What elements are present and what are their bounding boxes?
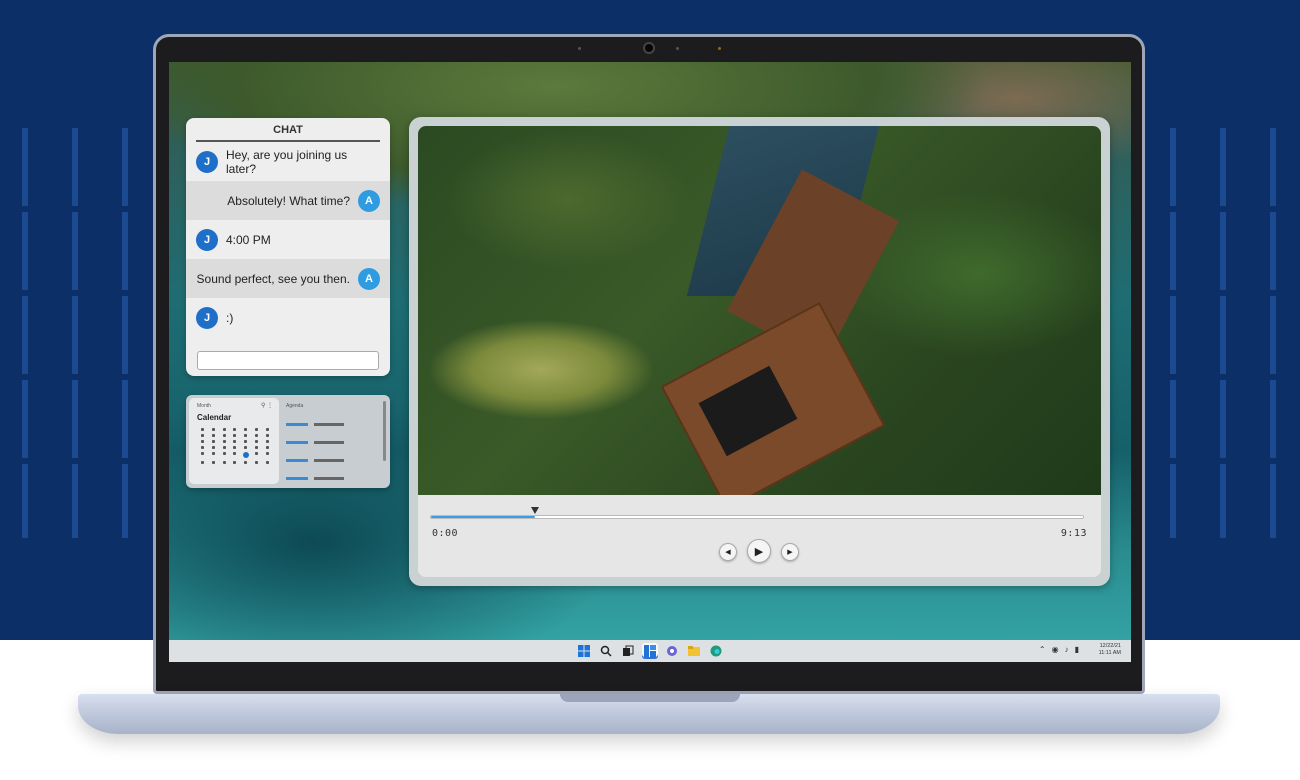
- calendar-view-dropdown[interactable]: Month: [197, 403, 211, 409]
- chat-message-text: Hey, are you joining us later?: [226, 147, 348, 176]
- avatar: A: [358, 267, 380, 290]
- seek-bar[interactable]: [430, 507, 1084, 519]
- play-button[interactable]: ▶: [747, 539, 771, 563]
- avatar: J: [196, 150, 218, 173]
- clock-date: 12/22/21: [1099, 643, 1121, 649]
- previous-icon: ◀: [725, 549, 731, 556]
- decorative-stripes-right: [1120, 128, 1300, 538]
- seek-bar-progress: [431, 516, 536, 518]
- calendar-day-grid[interactable]: [197, 428, 273, 464]
- duration: 9:13: [1060, 528, 1087, 539]
- chat-message: J :): [186, 298, 390, 337]
- wifi-icon[interactable]: ◉: [1052, 645, 1059, 654]
- laptop-notch: [560, 694, 740, 702]
- video-player-window: 0:00 9:13 ◀ ▶ ▶: [409, 117, 1110, 586]
- system-tray: ⌃ ◉ ♪ ▮: [1039, 645, 1079, 654]
- agenda-item[interactable]: [286, 415, 382, 433]
- calendar-month-panel: Month ⚲ ⋮ Calendar: [189, 398, 279, 484]
- file-explorer-icon[interactable]: [686, 643, 702, 659]
- chat-title: CHAT: [196, 118, 380, 142]
- chat-message: Sound perfect, see you then. A: [186, 259, 390, 298]
- webcam-icon: [643, 42, 655, 54]
- chat-message-text: 4:00 PM: [226, 232, 271, 247]
- calendar-widget: Month ⚲ ⋮ Calendar Agenda: [186, 395, 390, 488]
- avatar: A: [358, 189, 380, 212]
- task-view-icon[interactable]: [620, 643, 636, 659]
- seek-handle[interactable]: [531, 507, 540, 514]
- chat-message: J Hey, are you joining us later?: [186, 142, 390, 181]
- chat-message-text: Sound perfect, see you then.: [196, 271, 350, 286]
- avatar: J: [196, 306, 218, 329]
- agenda-header: Agenda: [286, 403, 304, 409]
- sensor-dot: [676, 47, 679, 50]
- agenda-item[interactable]: [286, 451, 382, 469]
- agenda-item[interactable]: [286, 469, 382, 487]
- clock-time: 11:11 AM: [1098, 650, 1121, 656]
- calendar-title: Calendar: [197, 413, 232, 422]
- previous-button[interactable]: ◀: [719, 543, 737, 561]
- chat-app-icon[interactable]: [664, 643, 680, 659]
- video-player: 0:00 9:13 ◀ ▶ ▶: [418, 126, 1101, 577]
- current-time: 0:00: [432, 528, 459, 539]
- chat-message-input[interactable]: [197, 351, 379, 370]
- taskbar: ⌃ ◉ ♪ ▮ 12/22/21 11:11 AM: [169, 640, 1131, 662]
- calendar-scrollbar[interactable]: [383, 401, 386, 461]
- edge-browser-icon[interactable]: [708, 643, 724, 659]
- chat-message: Absolutely! What time? A: [186, 181, 390, 220]
- calendar-search-icon[interactable]: ⚲ ⋮: [261, 402, 273, 409]
- chevron-up-icon[interactable]: ⌃: [1039, 645, 1046, 654]
- video-frame[interactable]: [418, 126, 1101, 511]
- play-icon: ▶: [754, 545, 764, 558]
- battery-icon[interactable]: ▮: [1075, 645, 1079, 654]
- volume-icon[interactable]: ♪: [1065, 645, 1069, 654]
- agenda-item[interactable]: [286, 433, 382, 451]
- taskbar-clock[interactable]: 12/22/21 11:11 AM: [1099, 643, 1121, 657]
- chat-message-text: Absolutely! What time?: [227, 193, 350, 208]
- search-icon[interactable]: [598, 643, 614, 659]
- player-controls: 0:00 9:13 ◀ ▶ ▶: [418, 495, 1101, 577]
- chat-widget: CHAT J Hey, are you joining us later? Ab…: [186, 118, 390, 376]
- chat-message: J 4:00 PM: [186, 220, 390, 259]
- next-button[interactable]: ▶: [781, 543, 799, 561]
- sensor-dot: [578, 47, 581, 50]
- sensor-dot: [718, 47, 721, 50]
- chat-message-text: :): [226, 310, 234, 325]
- next-icon: ▶: [787, 549, 793, 556]
- windows-start-icon[interactable]: [576, 643, 592, 659]
- calendar-agenda: Agenda: [286, 403, 382, 487]
- taskbar-apps: [576, 643, 724, 659]
- widgets-icon[interactable]: [642, 643, 658, 659]
- avatar: J: [196, 228, 218, 251]
